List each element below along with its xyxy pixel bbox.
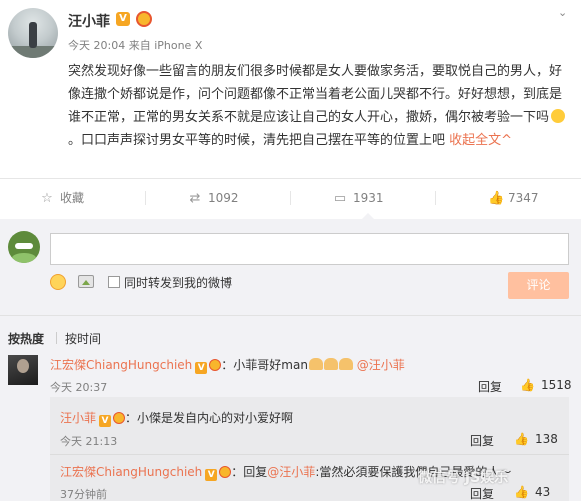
post-body: 突然发现好像一些留言的朋友们很多时候都是女人要做家务活，要取悦自己的男人，好像连… bbox=[68, 60, 568, 152]
submit-comment-button[interactable]: 评论 bbox=[508, 272, 569, 299]
action-bar: ☆ 收藏 ⇄ 1092 ▭ 1931 👍 7347 bbox=[0, 179, 581, 217]
mention-link[interactable]: @汪小菲 bbox=[267, 465, 315, 479]
collapse-label: 收起全文 bbox=[449, 133, 502, 148]
star-icon: ☆ bbox=[41, 191, 53, 206]
reply-like-button[interactable]: 👍 43 bbox=[514, 485, 550, 499]
muscle-emoji-icon bbox=[308, 358, 323, 370]
vip-badge-icon bbox=[113, 412, 126, 424]
thumbs-up-icon: 👍 bbox=[520, 378, 535, 392]
reply-divider bbox=[50, 454, 569, 455]
comment-like-count: 1518 bbox=[540, 378, 572, 392]
mention-link[interactable]: @汪小菲 bbox=[357, 358, 405, 372]
comment-text-line: 江宏傑ChiangHungchieh V ：小菲哥好man @汪小菲 bbox=[50, 356, 405, 374]
action-separator bbox=[435, 191, 436, 205]
reply-text-prefix: ：回复 bbox=[231, 465, 268, 479]
vip-badge-icon bbox=[136, 11, 152, 27]
repost-checkbox[interactable] bbox=[108, 276, 120, 288]
comment-button[interactable]: ▭ 1931 bbox=[333, 179, 384, 217]
reply-time: 今天 21:13 bbox=[60, 435, 118, 448]
collapse-caret-icon: ^ bbox=[501, 133, 513, 148]
muscle-emoji-icon bbox=[338, 358, 353, 370]
post-meta: 今天 20:04 来自 iPhone X bbox=[68, 39, 203, 52]
like-button[interactable]: 👍 7347 bbox=[488, 179, 539, 217]
reply-time: 37分钟前 bbox=[60, 488, 107, 501]
commenter-name[interactable]: 江宏傑ChiangHungchieh bbox=[50, 358, 192, 372]
vip-badge-icon bbox=[209, 359, 222, 371]
comment-count: 1931 bbox=[353, 191, 384, 205]
reply-button[interactable]: 回复 bbox=[470, 485, 494, 501]
author-avatar[interactable] bbox=[8, 8, 58, 58]
reply-text-line: 汪小菲 V ：小傑是发自内心的对小爱好啊 bbox=[60, 409, 293, 427]
reply-author[interactable]: 汪小菲 bbox=[60, 411, 96, 425]
comment-input[interactable] bbox=[50, 233, 569, 265]
favorite-button[interactable]: ☆ 收藏 bbox=[40, 179, 84, 217]
reply-like-count: 43 bbox=[534, 485, 551, 499]
weibo-post: 汪小菲 V ⌄ 今天 20:04 来自 iPhone X 突然发现好像一些留言的… bbox=[0, 0, 581, 178]
reply-like-button[interactable]: 👍 138 bbox=[514, 432, 558, 446]
thumbs-up-icon: 👍 bbox=[514, 485, 529, 499]
comment-time: 今天 20:37 bbox=[50, 381, 108, 394]
collapse-link[interactable]: 收起全文^ bbox=[449, 133, 512, 148]
comment-text: ：小菲哥好man bbox=[221, 358, 308, 372]
vip-badge-icon bbox=[219, 466, 232, 478]
sort-by-time-tab[interactable]: 按时间 bbox=[65, 330, 101, 347]
reply-like-count: 138 bbox=[534, 432, 558, 446]
avatar-eyes bbox=[15, 243, 33, 249]
repost-button[interactable]: ⇄ 1092 bbox=[188, 179, 239, 217]
commenter-avatar[interactable] bbox=[8, 355, 38, 385]
sort-separator bbox=[56, 332, 57, 344]
like-count: 7347 bbox=[508, 191, 539, 205]
verified-badge-icon: V bbox=[205, 469, 218, 481]
author-name[interactable]: 汪小菲 bbox=[68, 11, 110, 31]
more-options-caret-icon[interactable]: ⌄ bbox=[558, 6, 567, 19]
emoji-picker-icon[interactable] bbox=[50, 274, 66, 290]
sort-by-hot-tab[interactable]: 按热度 bbox=[8, 330, 44, 347]
post-text-tail: 。口口声声探讨男女平等的时候，清先把自己摆在平等的位置上吧 bbox=[68, 133, 446, 148]
thumbs-up-icon: 👍 bbox=[514, 432, 529, 446]
sort-divider bbox=[0, 315, 581, 316]
repost-icon: ⇄ bbox=[189, 191, 201, 206]
repost-checkbox-label: 同时转发到我的微博 bbox=[124, 276, 233, 290]
emoji-icon bbox=[551, 109, 566, 123]
avatar-figure bbox=[29, 22, 37, 48]
verified-badge-icon: V bbox=[195, 362, 208, 374]
reply-button[interactable]: 回复 bbox=[470, 432, 494, 449]
comment-like-button[interactable]: 👍 1518 bbox=[520, 378, 572, 392]
image-upload-icon[interactable] bbox=[78, 275, 94, 288]
thumbs-up-icon: 👍 bbox=[488, 191, 505, 206]
post-text: 突然发现好像一些留言的朋友们很多时候都是女人要做家务活，要取悦自己的男人，好像连… bbox=[68, 64, 563, 125]
action-separator bbox=[290, 191, 291, 205]
verified-badge-icon: V bbox=[116, 12, 130, 26]
my-avatar bbox=[8, 231, 40, 263]
reply-button[interactable]: 回复 bbox=[478, 378, 502, 395]
reply-author[interactable]: 江宏傑ChiangHungchieh bbox=[60, 465, 202, 479]
comment-icon: ▭ bbox=[333, 191, 347, 206]
action-separator bbox=[145, 191, 146, 205]
avatar-belly bbox=[12, 253, 36, 263]
favorite-label: 收藏 bbox=[60, 191, 85, 205]
repost-count: 1092 bbox=[208, 191, 239, 205]
watermark-text: 微信号 JS娱乐 bbox=[418, 470, 509, 486]
muscle-emoji-icon bbox=[323, 358, 338, 370]
comment-section: 同时转发到我的微博 评论 按热度 按时间 江宏傑ChiangHungchieh V… bbox=[0, 219, 581, 501]
verified-badge-icon: V bbox=[99, 415, 112, 427]
reply-text: ：小傑是发自内心的对小爱好啊 bbox=[125, 411, 294, 425]
